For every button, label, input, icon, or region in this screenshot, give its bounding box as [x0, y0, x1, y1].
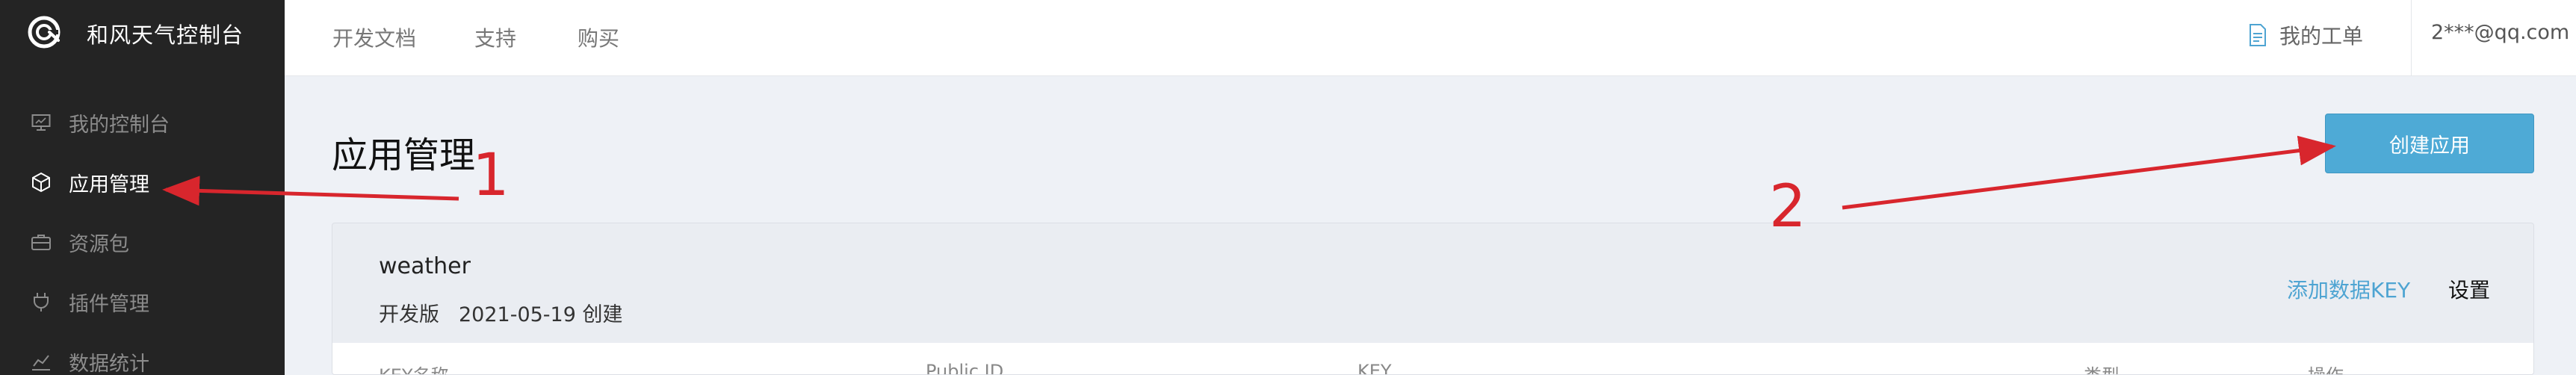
- cube-icon: [30, 171, 52, 193]
- my-tickets-label: 我的工单: [2279, 24, 2364, 49]
- topbar-divider: [2411, 0, 2412, 76]
- column-header: KEY名称: [379, 361, 449, 374]
- stats-icon: [30, 350, 52, 373]
- sidebar-item-label: 应用管理: [69, 173, 149, 196]
- app-name: weather: [379, 253, 471, 279]
- document-icon: [2250, 24, 2266, 46]
- nav-purchase-link[interactable]: 购买: [578, 22, 619, 52]
- app-settings-link[interactable]: 设置: [2448, 274, 2490, 304]
- briefcase-icon: [30, 231, 52, 253]
- sidebar-item-statistics[interactable]: 数据统计: [0, 339, 285, 375]
- app-root: 和风天气控制台 我的控制台 应用管理 资源包 插件管理 数据统计 开发文档 支持…: [0, 0, 2576, 375]
- qweather-logo-icon: [28, 16, 61, 49]
- column-header: Public ID: [926, 361, 1004, 375]
- brand-title: 和风天气控制台: [87, 22, 244, 48]
- app-plan: 开发版: [379, 303, 439, 326]
- column-header: 类型: [2084, 361, 2120, 374]
- my-tickets-link[interactable]: 我的工单: [2248, 16, 2363, 54]
- app-created-date: 2021-05-19 创建: [459, 303, 623, 326]
- key-table-header: KEY名称 Public ID KEY 类型 操作: [332, 343, 2533, 375]
- monitor-icon: [30, 111, 52, 134]
- sidebar-item-label: 数据统计: [69, 352, 149, 375]
- plug-icon: [30, 291, 52, 313]
- column-header: KEY: [1357, 361, 1392, 375]
- nav-support-link[interactable]: 支持: [474, 22, 516, 52]
- top-bar: 开发文档 支持 购买 我的工单 2***@qq.com: [285, 0, 2576, 76]
- page-title: 应用管理: [332, 134, 476, 176]
- annotation-number-1: 1: [472, 142, 510, 209]
- create-app-button[interactable]: 创建应用: [2325, 114, 2534, 173]
- sidebar-item-label: 插件管理: [69, 292, 149, 316]
- sidebar-item-resource-pack[interactable]: 资源包: [0, 220, 285, 264]
- annotation-arrow-2: [1842, 135, 2336, 210]
- sidebar-item-label: 资源包: [69, 232, 129, 256]
- app-card: weather 开发版 2021-05-19 创建 添加数据KEY 设置 KEY…: [332, 223, 2534, 375]
- brand[interactable]: 和风天气控制台: [0, 0, 285, 63]
- sidebar: 和风天气控制台 我的控制台 应用管理 资源包 插件管理 数据统计: [0, 0, 285, 375]
- sidebar-item-plugins[interactable]: 插件管理: [0, 279, 285, 324]
- add-key-link[interactable]: 添加数据KEY: [2287, 274, 2410, 304]
- app-meta: 开发版 2021-05-19 创建: [379, 298, 623, 327]
- column-header: 操作: [2308, 361, 2344, 374]
- account-menu[interactable]: 2***@qq.com: [2431, 21, 2569, 44]
- sidebar-item-app-management[interactable]: 应用管理: [0, 160, 285, 205]
- sidebar-item-label: 我的控制台: [69, 113, 170, 137]
- annotation-number-2: 2: [1769, 173, 1806, 241]
- nav-docs-link[interactable]: 开发文档: [332, 22, 416, 52]
- sidebar-item-console[interactable]: 我的控制台: [0, 100, 285, 145]
